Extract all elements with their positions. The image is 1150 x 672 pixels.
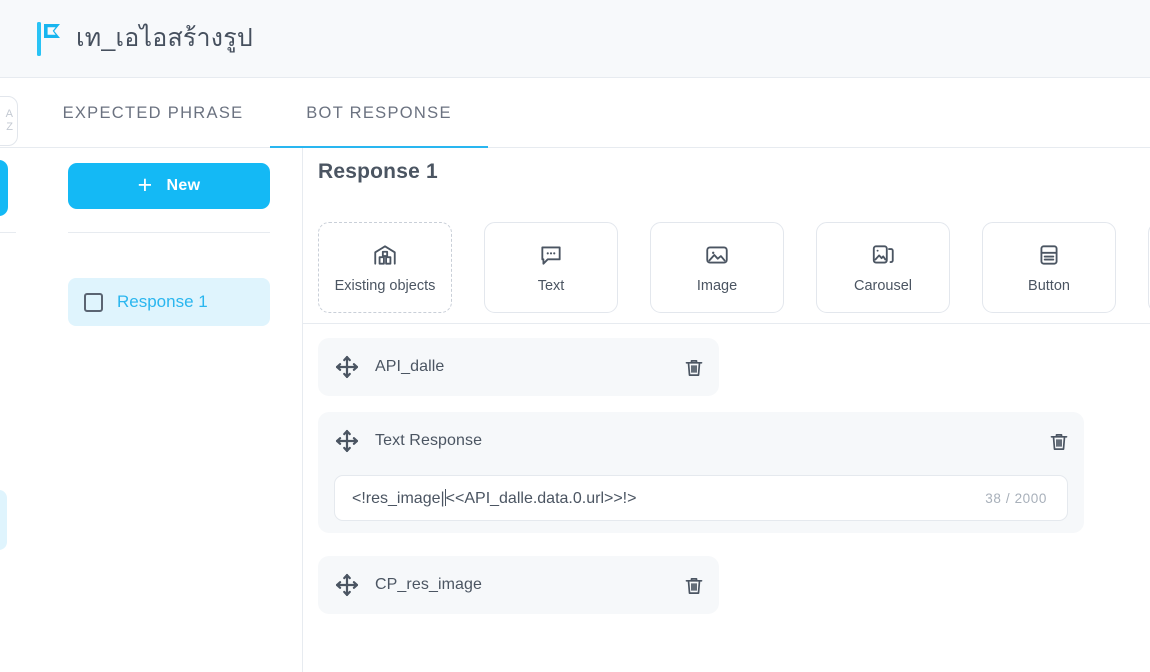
- text-value-before-caret: <!res_image|: [352, 490, 445, 507]
- page-title: เท_เอไอสร้างรูป: [76, 25, 253, 53]
- response-block-text-response[interactable]: Text Response <!res_image|<<API_dalle.da…: [318, 412, 1084, 533]
- image-icon: [704, 242, 730, 268]
- block-header: CP_res_image: [318, 556, 719, 614]
- response-editor: Response 1 Existing objects: [303, 148, 1150, 672]
- text-response-input[interactable]: <!res_image|<<API_dalle.data.0.url>>!> 3…: [334, 475, 1068, 521]
- warehouse-icon: [372, 242, 398, 268]
- card-existing-objects-label: Existing objects: [335, 278, 436, 294]
- list-item-label: Response 1: [117, 292, 208, 312]
- move-arrows-icon[interactable]: [333, 571, 361, 599]
- list-item[interactable]: Response 1: [68, 278, 270, 326]
- card-existing-objects[interactable]: Existing objects: [318, 222, 452, 313]
- response-block-cp-res-image[interactable]: CP_res_image: [318, 556, 719, 614]
- card-image-label: Image: [697, 278, 737, 294]
- block-name: CP_res_image: [375, 576, 482, 594]
- card-carousel-label: Carousel: [854, 278, 912, 294]
- response-checkbox[interactable]: [84, 293, 103, 312]
- block-name: Text Response: [375, 432, 482, 450]
- tab-expected-phrase-label: EXPECTED PHRASE: [63, 104, 244, 123]
- trash-icon[interactable]: [682, 356, 706, 380]
- tab-bar: EXPECTED PHRASE BOT RESPONSE: [0, 78, 1150, 148]
- card-button-label: Button: [1028, 278, 1070, 294]
- card-text-label: Text: [538, 278, 565, 294]
- tab-expected-phrase[interactable]: EXPECTED PHRASE: [38, 78, 268, 148]
- block-name: API_dalle: [375, 358, 444, 376]
- trash-icon[interactable]: [1047, 430, 1071, 454]
- sort-az-line-2: Z: [6, 121, 13, 134]
- card-text[interactable]: Text: [484, 222, 618, 313]
- block-header: API_dalle: [318, 338, 719, 396]
- offscreen-divider: [0, 232, 16, 233]
- new-response-button[interactable]: + New: [68, 163, 270, 209]
- carousel-cards-icon: [870, 242, 896, 268]
- block-header: Text Response: [318, 412, 1084, 470]
- new-response-button-label: New: [167, 177, 201, 195]
- card-button[interactable]: Button: [982, 222, 1116, 313]
- offscreen-selected-item[interactable]: [0, 490, 7, 550]
- card-image[interactable]: Image: [650, 222, 784, 313]
- response-block-api-dalle[interactable]: API_dalle: [318, 338, 719, 396]
- move-arrows-icon[interactable]: [333, 427, 361, 455]
- plus-icon: +: [138, 173, 153, 198]
- move-arrows-icon[interactable]: [333, 353, 361, 381]
- response-list-panel: + New Response 1: [38, 148, 303, 672]
- trash-icon[interactable]: [682, 574, 706, 598]
- text-value-after-caret: <<API_dalle.data.0.url>>!>: [446, 490, 637, 507]
- response-type-card-row: Existing objects Text: [318, 222, 1150, 313]
- sort-az-line-1: A: [6, 108, 13, 121]
- sort-az-icon[interactable]: A Z: [0, 96, 18, 146]
- offscreen-primary-button[interactable]: [0, 160, 8, 216]
- response-title: Response 1: [318, 160, 438, 184]
- card-carousel[interactable]: Carousel: [816, 222, 950, 313]
- botnoi-flag-logo-icon: [36, 21, 64, 57]
- button-list-icon: [1036, 242, 1062, 268]
- tab-bot-response[interactable]: BOT RESPONSE: [270, 78, 488, 148]
- top-header: เท_เอไอสร้างรูป: [0, 0, 1150, 78]
- cards-divider: [303, 323, 1150, 324]
- tab-bot-response-label: BOT RESPONSE: [306, 104, 452, 123]
- app-root: เท_เอไอสร้างรูป EXPECTED PHRASE BOT RESP…: [0, 0, 1150, 672]
- chat-bubble-dots-icon: [538, 242, 564, 268]
- text-response-input-value[interactable]: <!res_image|<<API_dalle.data.0.url>>!>: [352, 489, 985, 508]
- panel-divider: [68, 232, 270, 233]
- character-counter: 38 / 2000: [985, 491, 1047, 506]
